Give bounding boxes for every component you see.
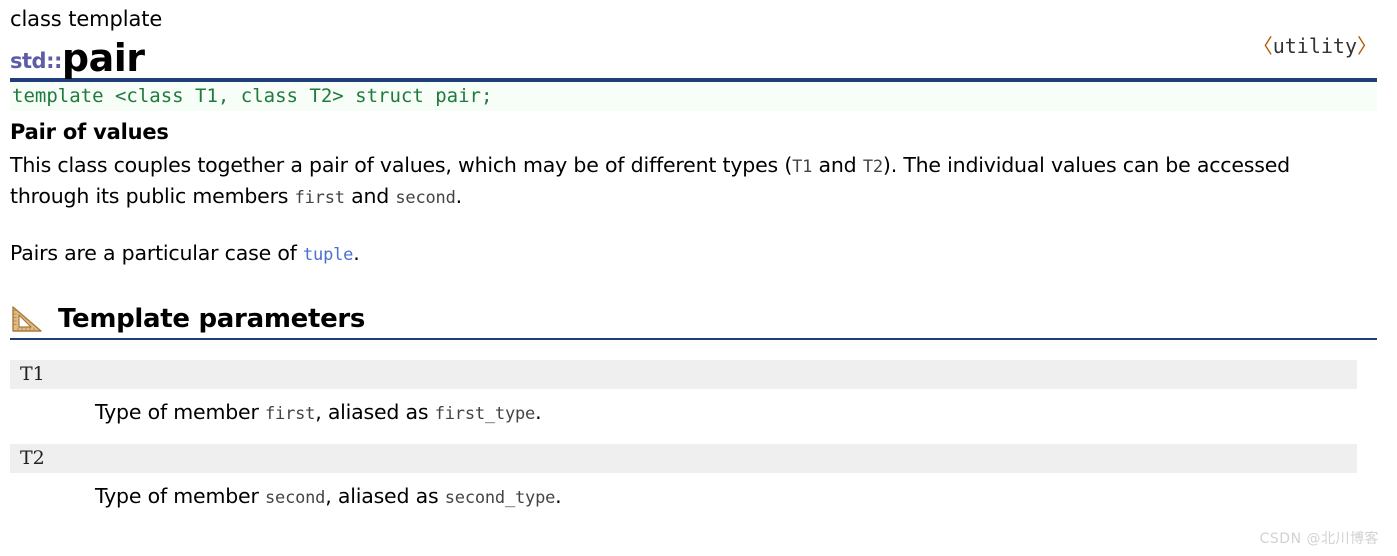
desc-text: . — [353, 241, 360, 265]
inline-code-second: second — [395, 188, 456, 208]
prototype-code: template <class T1, class T2> struct pai… — [10, 82, 1377, 111]
inline-code-first-type: first_type — [434, 404, 536, 424]
angle-bracket-close-icon: 〉 — [1357, 34, 1377, 58]
triangle-ruler-icon — [12, 306, 42, 332]
param-text: Type of member — [95, 400, 265, 424]
desc-text: . — [455, 184, 463, 208]
inline-code-first: first — [294, 188, 345, 208]
desc-text: and — [812, 153, 863, 177]
inline-code-second: second — [265, 488, 326, 508]
title-entity-name: pair — [61, 36, 145, 80]
parameter-name: T2 — [10, 444, 1357, 473]
param-text: Type of member — [95, 484, 265, 508]
parameter-description: Type of member second, aliased as second… — [10, 473, 1377, 512]
desc-text: and — [344, 184, 396, 208]
header-file-label: 〈utility〉 — [1253, 30, 1377, 59]
param-text: , aliased as — [315, 400, 435, 424]
desc-text: This class couples together a pair of va… — [10, 153, 793, 177]
description-paragraph-2: Pairs are a particular case of tuple. — [10, 239, 1360, 270]
watermark: CSDN @北川博客 — [1259, 531, 1379, 547]
page-title: std:: pair — [10, 34, 1377, 78]
page-kind-label: class template — [10, 7, 163, 31]
desc-text: Pairs are a particular case of — [10, 241, 303, 265]
parameter-row: T1 Type of member first, aliased as firs… — [10, 360, 1377, 428]
page-header: class template std:: pair 〈utility〉 — [0, 0, 1397, 78]
reference-page: class template std:: pair 〈utility〉 templ… — [0, 0, 1397, 556]
header-file-name: utility — [1272, 34, 1357, 58]
inline-code-second-type: second_type — [444, 488, 556, 508]
param-text: . — [535, 400, 542, 424]
description-heading: Pair of values — [10, 120, 169, 144]
param-text: . — [555, 484, 562, 508]
section-header: Template parameters — [10, 304, 1377, 338]
description-section: Pair of values This class couples togeth… — [0, 119, 1397, 270]
section-divider — [10, 338, 1377, 340]
section-title: Template parameters — [58, 304, 366, 334]
template-parameters-section: Template parameters T1 Type of member fi… — [0, 304, 1397, 512]
inline-code-t1: T1 — [792, 157, 813, 177]
angle-bracket-open-icon: 〈 — [1252, 34, 1273, 58]
tuple-link[interactable]: tuple — [303, 245, 353, 265]
parameter-description: Type of member first, aliased as first_t… — [10, 389, 1377, 428]
description-paragraph-1: This class couples together a pair of va… — [10, 151, 1360, 213]
title-namespace: std:: — [10, 49, 62, 73]
param-text: , aliased as — [325, 484, 445, 508]
parameter-list: T1 Type of member first, aliased as firs… — [10, 360, 1377, 512]
inline-code-t2: T2 — [862, 157, 883, 177]
parameter-row: T2 Type of member second, aliased as sec… — [10, 444, 1377, 512]
inline-code-first: first — [265, 404, 316, 424]
parameter-name: T1 — [10, 360, 1357, 389]
